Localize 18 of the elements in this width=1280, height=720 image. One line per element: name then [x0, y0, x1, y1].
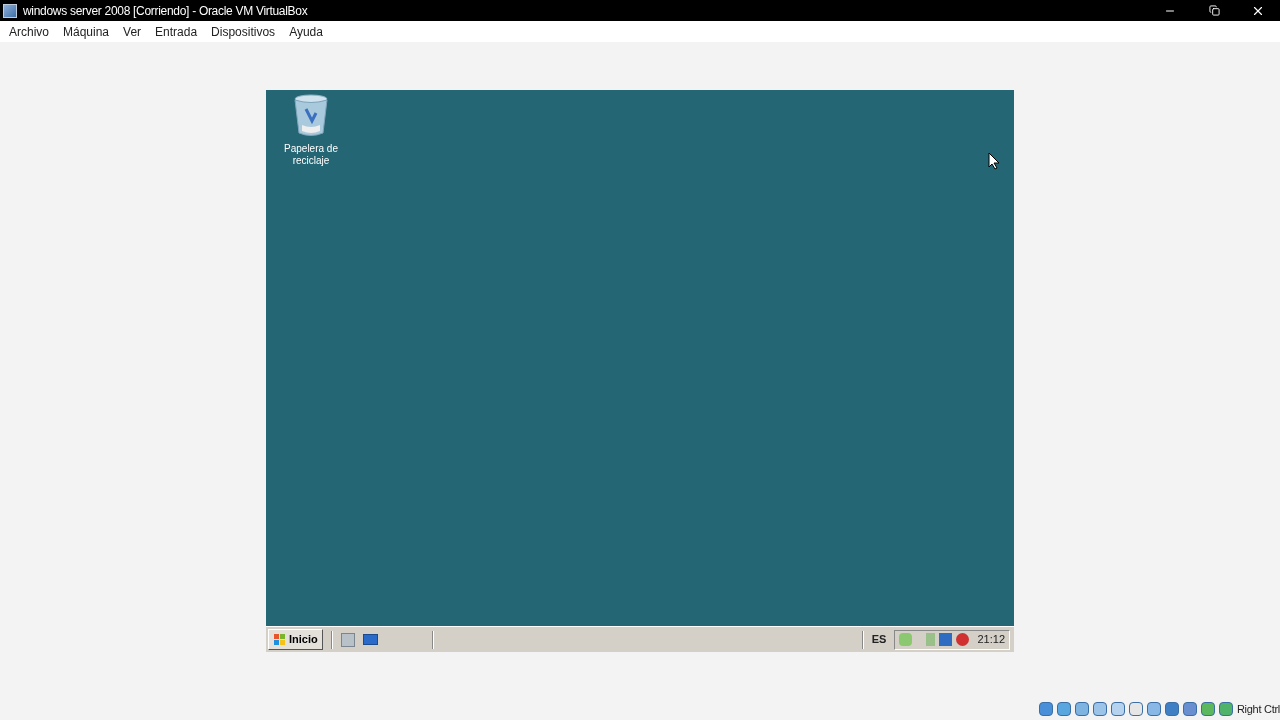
menu-item[interactable]: Ayuda: [282, 22, 330, 41]
menu-item[interactable]: Dispositivos: [204, 22, 283, 41]
menu-item[interactable]: Entrada: [148, 22, 205, 41]
start-button[interactable]: Inicio: [268, 629, 323, 650]
trash-can-icon[interactable]: [292, 93, 330, 137]
windows-logo-icon: [273, 632, 287, 647]
mouse-pointer-icon: [988, 152, 1000, 170]
menu-item[interactable]: Ver: [116, 22, 149, 41]
language-indicator[interactable]: ES: [863, 631, 895, 648]
desktop-icon[interactable]: [362, 634, 378, 645]
window-title: windows server 2008 [Corriendo] - Oracle VM VirtualBox: [23, 2, 308, 20]
menu-item[interactable]: Máquina: [56, 22, 117, 41]
menu-item[interactable]: Archivo: [2, 22, 56, 41]
restore-icon: [1208, 5, 1220, 16]
clock: 21:12: [977, 632, 1005, 648]
app-icon: [3, 3, 17, 18]
desktop-icon-label[interactable]: Papelera de reciclaje: [278, 143, 344, 167]
host-key-label: Right Ctrl: [1236, 701, 1280, 717]
